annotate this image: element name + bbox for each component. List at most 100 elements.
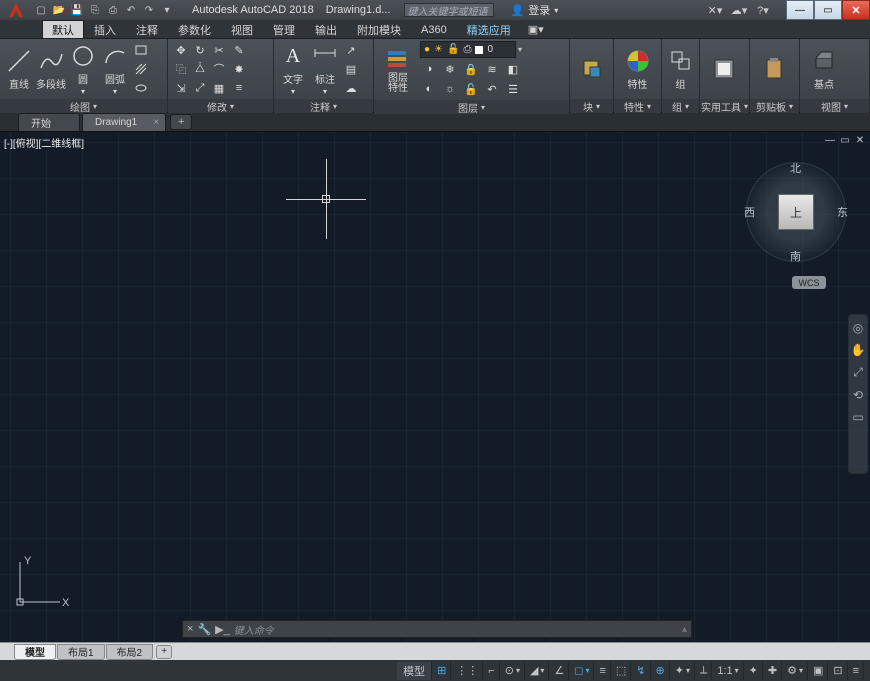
vp-close-icon[interactable]: ✕ — [854, 134, 866, 146]
vp-minimize-icon[interactable]: — — [824, 134, 836, 146]
layer-on-icon[interactable]: ◐ — [420, 80, 438, 98]
file-tab-start[interactable]: 开始 — [18, 113, 80, 131]
rectangle-icon[interactable] — [132, 41, 150, 59]
polar-toggle-icon[interactable]: ⊙▾ — [501, 662, 525, 680]
tab-manage[interactable]: 管理 — [263, 20, 305, 38]
exchange-icon[interactable]: ✕▾ — [706, 2, 724, 18]
ribbon-expand-icon[interactable]: ▣▾ — [521, 20, 551, 38]
hatch-icon[interactable] — [132, 60, 150, 78]
move-icon[interactable]: ✥ — [172, 41, 190, 59]
viewcube-top-face[interactable]: 上 — [778, 194, 814, 230]
viewcube-east[interactable]: 东 — [837, 204, 848, 220]
layer-properties-button[interactable]: 图层 特性 — [378, 42, 418, 98]
orbit-icon[interactable]: ⟲ — [853, 388, 863, 402]
stretch-icon[interactable]: ⇲ — [172, 79, 190, 97]
table-icon[interactable]: ▤ — [342, 60, 360, 78]
cleanscreen-icon[interactable]: ⊡ — [829, 662, 847, 680]
layer-off-icon[interactable]: ◑ — [420, 60, 438, 78]
qat-dropdown-icon[interactable]: ▾ — [159, 2, 175, 18]
annoscale-icon[interactable]: ⟂ — [696, 662, 712, 680]
qat-open-icon[interactable]: 📂 — [51, 2, 67, 18]
mirror-icon[interactable]: ⧊ — [191, 60, 209, 78]
viewport-label[interactable]: [-][俯视][二维线框] — [4, 135, 84, 150]
ellipse-icon[interactable] — [132, 79, 150, 97]
tab-view[interactable]: 视图 — [221, 20, 263, 38]
monitor-icon[interactable]: ▣ — [809, 662, 828, 680]
tab-annotate[interactable]: 注释 — [126, 20, 168, 38]
layer-combo[interactable]: ● ☀ 🔓 ⎙ 0 — [420, 41, 516, 58]
lineweight-toggle-icon[interactable]: ≡ — [595, 662, 610, 680]
layer-thaw-icon[interactable]: ☼ — [441, 80, 459, 98]
explode-icon[interactable]: ✸ — [230, 60, 248, 78]
tab-insert[interactable]: 插入 — [84, 20, 126, 38]
rotate-icon[interactable]: ↻ — [191, 41, 209, 59]
selection-cycling-icon[interactable]: ↯ — [632, 662, 650, 680]
cmd-customize-icon[interactable]: 🔧 — [197, 623, 211, 636]
help-icon[interactable]: ?▾ — [754, 2, 772, 18]
layer-match-icon[interactable]: ≋ — [483, 60, 501, 78]
qat-new-icon[interactable]: ▢ — [33, 2, 49, 18]
text-button[interactable]: A 文字▾ — [278, 41, 308, 97]
maximize-button[interactable]: ▭ — [814, 0, 842, 20]
osnap-toggle-icon[interactable]: ◻▾ — [570, 662, 594, 680]
annoauto-icon[interactable]: ✚ — [764, 662, 782, 680]
view-cube[interactable]: 上 北 南 东 西 — [746, 162, 846, 262]
array-icon[interactable]: ▦ — [210, 79, 228, 97]
scale-display[interactable]: 1:1▾ — [713, 662, 743, 680]
layout-add-button[interactable]: + — [156, 645, 172, 659]
group-button[interactable]: 组 — [666, 41, 695, 97]
offset-icon[interactable]: ≡ — [230, 79, 248, 97]
layout-tab-1[interactable]: 布局1 — [57, 644, 105, 660]
layer-prev-icon[interactable]: ↶ — [483, 80, 501, 98]
dimension-button[interactable]: 标注▾ — [310, 41, 340, 97]
tab-output[interactable]: 输出 — [305, 20, 347, 38]
copy-icon[interactable]: ⿻ — [172, 60, 190, 78]
line-button[interactable]: 直线 — [4, 41, 34, 97]
status-model[interactable]: 模型 — [397, 662, 432, 680]
workspace-icon[interactable]: ✦▾ — [671, 662, 695, 680]
qat-saveas-icon[interactable]: ⎘ — [87, 2, 103, 18]
customize-status-icon[interactable]: ≡ — [849, 662, 864, 680]
layout-tab-model[interactable]: 模型 — [14, 644, 56, 660]
tab-default[interactable]: 默认 — [42, 20, 84, 38]
layer-unlock-icon[interactable]: 🔓 — [462, 80, 480, 98]
qat-redo-icon[interactable]: ↷ — [141, 2, 157, 18]
grid-toggle-icon[interactable]: ⊞ — [433, 662, 451, 680]
drawing-viewport[interactable]: [-][俯视][二维线框] — ▭ ✕ 上 北 南 东 西 WCS ◎ ✋ ⤢ … — [0, 132, 870, 642]
steering-wheel-icon[interactable]: ◎ — [853, 321, 863, 335]
otrack-toggle-icon[interactable]: ∠ — [550, 662, 569, 680]
viewcube-north[interactable]: 北 — [790, 160, 801, 176]
polyline-button[interactable]: 多段线 — [36, 41, 66, 97]
tab-a360[interactable]: A360 — [411, 20, 457, 38]
file-tab-drawing1[interactable]: Drawing1× — [82, 113, 166, 131]
cloud-icon[interactable]: ☁ — [342, 79, 360, 97]
paste-button[interactable] — [754, 41, 794, 97]
isodraft-toggle-icon[interactable]: ◢▾ — [526, 662, 549, 680]
ortho-toggle-icon[interactable]: ⌐ — [484, 662, 499, 680]
viewcube-west[interactable]: 西 — [744, 204, 755, 220]
erase-icon[interactable]: ✎ — [230, 41, 248, 59]
properties-button[interactable]: 特性 — [618, 41, 657, 97]
transparency-toggle-icon[interactable]: ⬚ — [612, 662, 631, 680]
close-button[interactable]: ✕ — [842, 0, 870, 20]
layer-state-icon[interactable]: ☰ — [504, 80, 522, 98]
pan-icon[interactable]: ✋ — [851, 343, 866, 357]
leader-icon[interactable]: ↗ — [342, 41, 360, 59]
layer-freeze-icon[interactable]: ❄ — [441, 60, 459, 78]
zoom-extents-icon[interactable]: ⤢ — [853, 365, 863, 380]
showmotion-icon[interactable]: ▭ — [852, 410, 863, 424]
circle-button[interactable]: 圆▾ — [68, 41, 98, 97]
tab-featured[interactable]: 精选应用 — [457, 20, 521, 38]
login-button[interactable]: 👤 登录 ▾ — [511, 2, 559, 18]
qat-undo-icon[interactable]: ↶ — [123, 2, 139, 18]
qat-plot-icon[interactable]: ⎙ — [105, 2, 121, 18]
infocenter-search[interactable]: 键入关键字或短语 — [404, 3, 494, 17]
viewcube-south[interactable]: 南 — [790, 248, 801, 264]
annovis-icon[interactable]: ✦ — [745, 662, 763, 680]
workspace-switch-icon[interactable]: ⚙▾ — [783, 662, 808, 680]
wcs-badge[interactable]: WCS — [792, 276, 826, 289]
app-menu-button[interactable] — [4, 0, 28, 20]
cmd-recent-icon[interactable]: ▴ — [682, 624, 687, 635]
insert-block-button[interactable] — [574, 41, 609, 97]
close-tab-icon[interactable]: × — [153, 117, 159, 128]
